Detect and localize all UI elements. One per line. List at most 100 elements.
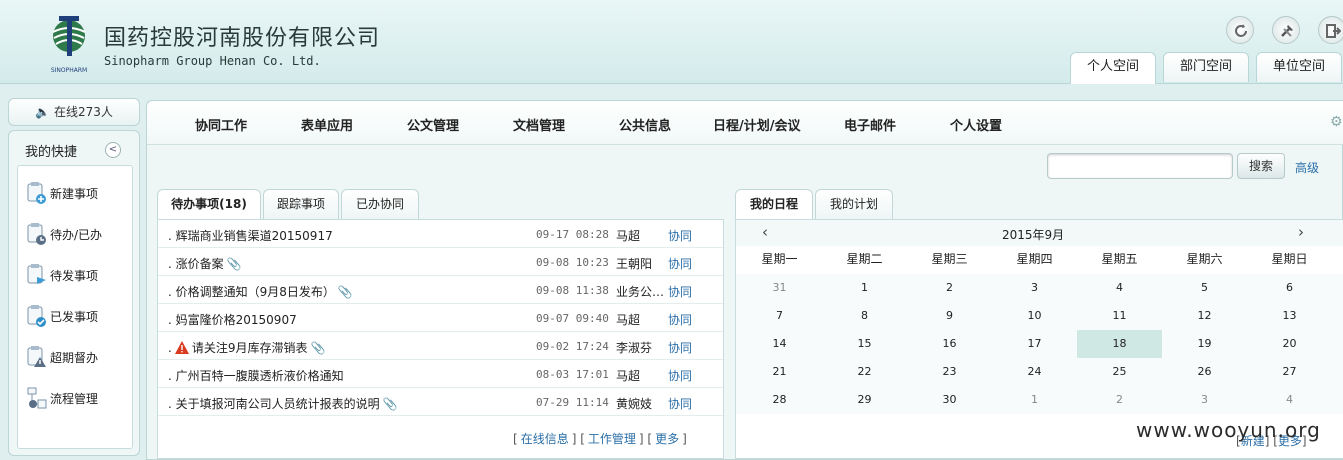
todo-row[interactable]: . 妈富隆价格20150907 09-07 09:40 马超 协同: [158, 304, 723, 332]
todo-action-link[interactable]: 协同: [668, 227, 692, 244]
quick-link-to-send[interactable]: 待发事项: [26, 262, 98, 288]
calendar-day[interactable]: 15: [822, 330, 907, 358]
tab-my-schedule[interactable]: 我的日程: [735, 189, 813, 220]
quick-link-overdue[interactable]: 超期督办: [26, 344, 98, 370]
online-info-link[interactable]: 在线信息: [521, 432, 569, 446]
calendar-day[interactable]: 5: [1162, 274, 1247, 302]
calendar-day[interactable]: 19: [1162, 330, 1247, 358]
advanced-search-link[interactable]: 高级: [1295, 159, 1319, 176]
calendar-day[interactable]: 8: [822, 302, 907, 330]
online-users-button[interactable]: 🔈 在线273人: [8, 98, 140, 126]
tab-done-collab[interactable]: 已办协同: [341, 189, 419, 219]
menu-documents[interactable]: 文档管理: [513, 115, 565, 134]
calendar-day-today[interactable]: 18: [1077, 330, 1162, 358]
todo-title-link[interactable]: . 广州百特一腹膜透析液价格通知: [168, 367, 344, 384]
quick-link-sent[interactable]: 已发事项: [26, 303, 98, 329]
todo-title-link[interactable]: . 涨价备案 📎: [168, 255, 242, 272]
tab-tracking[interactable]: 跟踪事项: [263, 189, 339, 219]
todo-title-text: . 妈富隆价格20150907: [168, 313, 297, 327]
calendar-day[interactable]: 30: [907, 386, 992, 414]
menu-email[interactable]: 电子邮件: [844, 115, 896, 134]
todo-action-link[interactable]: 协同: [668, 367, 692, 384]
new-item-icon: [26, 181, 48, 205]
calendar-day[interactable]: 29: [822, 386, 907, 414]
todo-title-link[interactable]: . 请关注9月库存滞销表 📎: [168, 339, 325, 356]
todo-row[interactable]: . 关于填报河南公司人员统计报表的说明 📎 07-29 11:14 黄婉妓 协同: [158, 388, 723, 416]
search-button[interactable]: 搜索: [1237, 153, 1285, 179]
weekday-header: 星期日: [1271, 252, 1308, 266]
main-panel: 协同工作 表单应用 公文管理 文档管理 公共信息 日程/计划/会议 电子邮件 个…: [146, 100, 1343, 460]
quick-link-new-item[interactable]: 新建事项: [26, 180, 98, 206]
todo-row[interactable]: . 涨价备案 📎 09-08 10:23 王朝阳 协同: [158, 248, 723, 276]
calendar-day[interactable]: 10: [992, 302, 1077, 330]
calendar-day[interactable]: 26: [1162, 358, 1247, 386]
todo-title-link[interactable]: . 妈富隆价格20150907: [168, 311, 297, 328]
todo-row[interactable]: . 辉瑞商业销售渠道20150917 09-17 08:28 马超 协同: [158, 220, 723, 248]
calendar-day[interactable]: 23: [907, 358, 992, 386]
calendar-day[interactable]: 1: [822, 274, 907, 302]
calendar-day[interactable]: 21: [737, 358, 822, 386]
calendar-day[interactable]: 12: [1162, 302, 1247, 330]
calendar-day[interactable]: 22: [822, 358, 907, 386]
menu-public-info[interactable]: 公共信息: [619, 115, 671, 134]
weekday-header: 星期二: [846, 252, 883, 266]
calendar-day[interactable]: 16: [907, 330, 992, 358]
todo-action-link[interactable]: 协同: [668, 283, 692, 300]
tab-department-space[interactable]: 部门空间: [1163, 52, 1249, 82]
calendar-day[interactable]: 20: [1247, 330, 1332, 358]
menu-official-docs[interactable]: 公文管理: [407, 115, 459, 134]
menu-forms[interactable]: 表单应用: [301, 115, 353, 134]
menu-schedule[interactable]: 日程/计划/会议: [713, 115, 801, 134]
todo-action-link[interactable]: 协同: [668, 255, 692, 272]
tab-personal-space[interactable]: 个人空间: [1070, 52, 1156, 84]
tab-todo[interactable]: 待办事项(18): [157, 189, 261, 220]
todo-title-link[interactable]: . 关于填报河南公司人员统计报表的说明 📎: [168, 395, 398, 412]
calendar-day[interactable]: 6: [1247, 274, 1332, 302]
todo-bullet: .: [168, 341, 172, 355]
collapse-icon[interactable]: <: [105, 142, 121, 158]
calendar-day[interactable]: 2: [907, 274, 992, 302]
calendar-day[interactable]: 13: [1247, 302, 1332, 330]
logout-icon[interactable]: [1318, 16, 1343, 44]
calendar-day[interactable]: 3: [1162, 386, 1247, 414]
calendar-day[interactable]: 17: [992, 330, 1077, 358]
calendar-day[interactable]: 28: [737, 386, 822, 414]
todo-row[interactable]: . 请关注9月库存滞销表 📎 09-02 17:24 李淑芬 协同: [158, 332, 723, 360]
todo-title-text: . 广州百特一腹膜透析液价格通知: [168, 369, 344, 383]
calendar-day[interactable]: 27: [1247, 358, 1332, 386]
todo-row[interactable]: . 价格调整通知（9月8日发布） 📎 09-08 11:38 业务公… 协同: [158, 276, 723, 304]
tab-unit-space[interactable]: 单位空间: [1256, 52, 1342, 82]
tools-icon[interactable]: [1272, 16, 1300, 44]
quick-link-process[interactable]: 流程管理: [26, 385, 98, 411]
todo-action-link[interactable]: 协同: [668, 339, 692, 356]
calendar-day[interactable]: 7: [737, 302, 822, 330]
next-month-button[interactable]: ›: [1298, 223, 1304, 241]
calendar-day[interactable]: 11: [1077, 302, 1162, 330]
tab-my-plan[interactable]: 我的计划: [815, 189, 893, 219]
settings-gear-icon[interactable]: ⚙: [1330, 114, 1343, 130]
menu-collaboration[interactable]: 协同工作: [195, 115, 247, 134]
calendar-day[interactable]: 3: [992, 274, 1077, 302]
todo-action-link[interactable]: 协同: [668, 311, 692, 328]
todo-action-link[interactable]: 协同: [668, 395, 692, 412]
search-input[interactable]: [1047, 153, 1233, 179]
calendar-day[interactable]: 24: [992, 358, 1077, 386]
todo-row[interactable]: . 广州百特一腹膜透析液价格通知 08-03 17:01 马超 协同: [158, 360, 723, 388]
calendar-day[interactable]: 9: [907, 302, 992, 330]
prev-month-button[interactable]: ‹: [762, 223, 768, 241]
work-management-link[interactable]: 工作管理: [588, 432, 636, 446]
refresh-icon[interactable]: [1226, 16, 1254, 44]
todo-title-link[interactable]: . 价格调整通知（9月8日发布） 📎: [168, 283, 353, 300]
calendar-day[interactable]: 4: [1077, 274, 1162, 302]
more-link[interactable]: 更多: [655, 432, 679, 446]
calendar-day[interactable]: 25: [1077, 358, 1162, 386]
menu-personal-settings[interactable]: 个人设置: [950, 115, 1002, 134]
calendar-day[interactable]: 1: [992, 386, 1077, 414]
calendar-day[interactable]: 4: [1247, 386, 1332, 414]
calendar-day[interactable]: 2: [1077, 386, 1162, 414]
quick-link-pending[interactable]: 待办/已办: [26, 221, 102, 247]
todo-title-link[interactable]: . 辉瑞商业销售渠道20150917: [168, 227, 333, 244]
calendar-day[interactable]: 14: [737, 330, 822, 358]
calendar-day[interactable]: 31: [737, 274, 822, 302]
quick-link-label: 待发事项: [50, 268, 99, 283]
